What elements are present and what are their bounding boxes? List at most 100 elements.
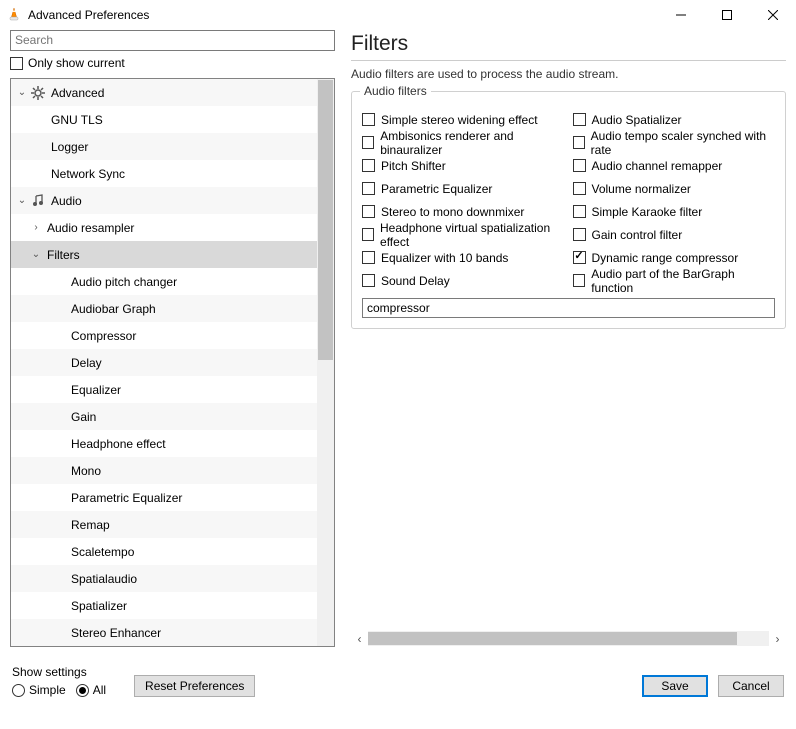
scrollbar-thumb[interactable] xyxy=(318,80,333,360)
filter-checkbox[interactable] xyxy=(573,251,586,264)
tree-item[interactable]: Parametric Equalizer xyxy=(11,484,317,511)
tree-item-label: Audio pitch changer xyxy=(67,275,177,289)
minimize-button[interactable] xyxy=(658,0,704,30)
filter-checkbox[interactable] xyxy=(573,205,586,218)
filter-checkbox[interactable] xyxy=(362,274,375,287)
tree-item[interactable]: Equalizer xyxy=(11,376,317,403)
filter-checkbox[interactable] xyxy=(573,136,585,149)
tree-item-label: Delay xyxy=(67,356,102,370)
group-legend: Audio filters xyxy=(360,84,431,98)
tree-item-label: Spatialaudio xyxy=(67,572,137,586)
horizontal-scrollbar[interactable]: ‹ › xyxy=(351,630,786,647)
filter-checkbox[interactable] xyxy=(573,159,586,172)
filter-option: Volume normalizer xyxy=(573,177,776,200)
tree-item-label: Scaletempo xyxy=(67,545,134,559)
chevron-down-icon: ⌄ xyxy=(29,249,43,260)
filter-checkbox[interactable] xyxy=(362,159,375,172)
tree-item-logger[interactable]: Logger xyxy=(11,133,317,160)
tree-item[interactable]: Compressor xyxy=(11,322,317,349)
tree-item[interactable]: Headphone effect xyxy=(11,430,317,457)
tree-item[interactable]: Mono xyxy=(11,457,317,484)
close-button[interactable] xyxy=(750,0,796,30)
tree-item[interactable]: Scaletempo xyxy=(11,538,317,565)
tree-item[interactable]: Remap xyxy=(11,511,317,538)
tree-item[interactable]: Audio pitch changer xyxy=(11,268,317,295)
filter-checkbox[interactable] xyxy=(362,205,375,218)
filter-checkbox[interactable] xyxy=(573,274,586,287)
tree-item-label: Spatializer xyxy=(67,599,127,613)
scroll-right-icon[interactable]: › xyxy=(769,630,786,647)
gear-icon xyxy=(29,86,47,100)
audio-filters-group: Audio filters Simple stereo widening eff… xyxy=(351,91,786,329)
tree-item-label: Logger xyxy=(47,140,88,154)
tree-item-network-sync[interactable]: Network Sync xyxy=(11,160,317,187)
settings-tree[interactable]: ⌄ Advanced GNU TLS Logger Network Sync ⌄… xyxy=(11,79,317,646)
filter-option: Headphone virtual spatialization effect xyxy=(362,223,565,246)
filter-checkbox[interactable] xyxy=(362,113,375,126)
tree-item-label: Network Sync xyxy=(47,167,125,181)
save-button[interactable]: Save xyxy=(642,675,708,697)
tree-item[interactable]: Spatializer xyxy=(11,592,317,619)
tree-item[interactable]: Delay xyxy=(11,349,317,376)
filter-label: Stereo to mono downmixer xyxy=(381,205,524,219)
filter-option: Sound Delay xyxy=(362,269,565,292)
filter-label: Ambisonics renderer and binauralizer xyxy=(380,129,564,157)
tree-item-audio[interactable]: ⌄ Audio xyxy=(11,187,317,214)
filter-checkbox[interactable] xyxy=(362,182,375,195)
scrollbar-thumb[interactable] xyxy=(368,632,737,645)
filter-option: Audio tempo scaler synched with rate xyxy=(573,131,776,154)
filter-checkbox[interactable] xyxy=(573,113,586,126)
tree-scrollbar[interactable] xyxy=(317,79,334,646)
radio-simple-label: Simple xyxy=(29,683,66,697)
button-label: Save xyxy=(661,679,688,693)
button-label: Cancel xyxy=(732,679,769,693)
tree-item-label: GNU TLS xyxy=(47,113,103,127)
tree-item-filters[interactable]: ⌄ Filters xyxy=(11,241,317,268)
filter-label: Audio tempo scaler synched with rate xyxy=(591,129,775,157)
tree-item[interactable]: Spatialaudio xyxy=(11,565,317,592)
tree-item-label: Audio xyxy=(47,194,82,208)
scroll-left-icon[interactable]: ‹ xyxy=(351,630,368,647)
tree-item[interactable]: Stereo Enhancer xyxy=(11,619,317,646)
filter-label: Parametric Equalizer xyxy=(381,182,492,196)
tree-item-label: Filters xyxy=(43,248,80,262)
filter-checkbox[interactable] xyxy=(573,228,586,241)
only-show-current-checkbox[interactable] xyxy=(10,57,23,70)
filter-label: Volume normalizer xyxy=(592,182,691,196)
filter-option: Equalizer with 10 bands xyxy=(362,246,565,269)
tree-item-label: Compressor xyxy=(67,329,136,343)
tree-item-label: Parametric Equalizer xyxy=(67,491,182,505)
tree-item-label: Audiobar Graph xyxy=(67,302,156,316)
filter-option: Ambisonics renderer and binauralizer xyxy=(362,131,565,154)
filter-option: Gain control filter xyxy=(573,223,776,246)
filter-option: Simple Karaoke filter xyxy=(573,200,776,223)
tree-item-label: Headphone effect xyxy=(67,437,166,451)
filter-option: Pitch Shifter xyxy=(362,154,565,177)
tree-item-advanced[interactable]: ⌄ Advanced xyxy=(11,79,317,106)
filter-checkbox[interactable] xyxy=(362,136,374,149)
reset-preferences-button[interactable]: Reset Preferences xyxy=(134,675,255,697)
radio-all[interactable] xyxy=(76,684,89,697)
filter-checkbox[interactable] xyxy=(362,228,374,241)
radio-simple[interactable] xyxy=(12,684,25,697)
tree-item-label: Remap xyxy=(67,518,110,532)
maximize-button[interactable] xyxy=(704,0,750,30)
tree-item-gnu-tls[interactable]: GNU TLS xyxy=(11,106,317,133)
divider xyxy=(351,60,786,61)
music-note-icon xyxy=(29,194,47,208)
filter-option: Audio channel remapper xyxy=(573,154,776,177)
filter-checkbox[interactable] xyxy=(362,251,375,264)
search-input[interactable] xyxy=(10,30,335,51)
filter-checkbox[interactable] xyxy=(573,182,586,195)
chevron-right-icon: › xyxy=(29,222,43,233)
tree-item[interactable]: Gain xyxy=(11,403,317,430)
tree-item[interactable]: Audiobar Graph xyxy=(11,295,317,322)
cancel-button[interactable]: Cancel xyxy=(718,675,784,697)
filter-label: Pitch Shifter xyxy=(381,159,446,173)
filter-label: Equalizer with 10 bands xyxy=(381,251,508,265)
tree-item-label: Equalizer xyxy=(67,383,121,397)
active-filters-input[interactable] xyxy=(362,298,775,318)
tree-item-audio-resampler[interactable]: › Audio resampler xyxy=(11,214,317,241)
tree-item-label: Stereo Enhancer xyxy=(67,626,161,640)
button-label: Reset Preferences xyxy=(145,679,244,693)
